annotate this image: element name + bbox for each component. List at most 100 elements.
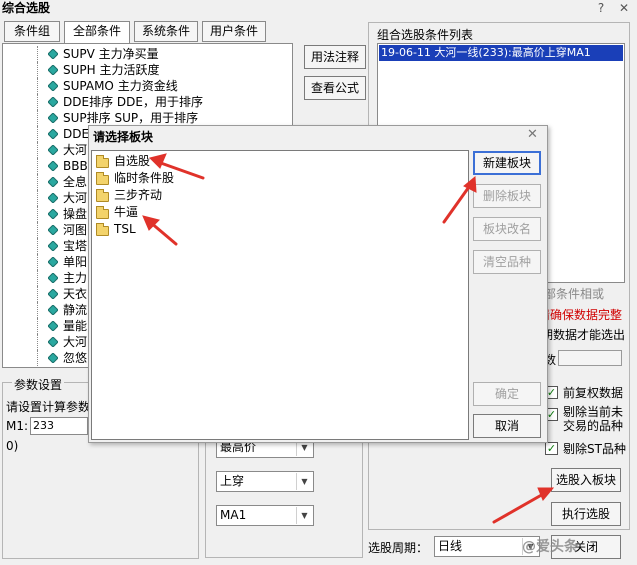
cross-type-select[interactable]: 上穿 ▼	[216, 471, 314, 492]
tree-guide-line	[37, 334, 47, 350]
diamond-icon	[48, 129, 58, 139]
delete-block-button[interactable]: 删除板块	[473, 184, 541, 208]
tree-item[interactable]: SUPV 主力净买量	[3, 46, 288, 62]
block-item[interactable]: 三步齐动	[92, 187, 292, 204]
tree-guide-line	[37, 158, 47, 174]
ma-select[interactable]: MA1 ▼	[216, 505, 314, 526]
dialog-close-icon[interactable]: ✕	[527, 127, 538, 142]
diamond-icon	[48, 193, 58, 203]
diamond-icon	[48, 177, 58, 187]
tab-user-conditions[interactable]: 用户条件	[202, 21, 266, 42]
condition-list-item[interactable]: 19-06-11 大河一线(233):最高价上穿MA1	[379, 45, 623, 61]
tree-guide-line	[37, 142, 47, 158]
help-button[interactable]: ?	[590, 0, 612, 16]
tree-item-label: 大河	[63, 191, 88, 205]
exclude-untraded-label: 剔除当前未 交易的品种	[563, 405, 624, 433]
view-formula-button[interactable]: 查看公式	[304, 76, 366, 100]
block-item[interactable]: 临时条件股	[92, 170, 292, 187]
window-close-button[interactable]: ✕	[613, 0, 635, 16]
tree-guide-line	[37, 254, 47, 270]
usage-notes-button[interactable]: 用法注释	[304, 45, 366, 69]
diamond-icon	[48, 337, 58, 347]
diamond-icon	[48, 241, 58, 251]
params-prompt: 请设置计算参数	[6, 400, 91, 414]
block-item-label: TSL	[114, 222, 136, 236]
forward-adjust-label: 前复权数据	[563, 386, 624, 400]
folder-icon	[96, 223, 109, 236]
tree-item-label: DDE排序 DDE，用于排序	[63, 95, 203, 109]
tree-guide-line	[37, 78, 47, 94]
tab-system-conditions[interactable]: 系统条件	[134, 21, 198, 42]
m1-label: M1:	[6, 419, 29, 433]
m1-input[interactable]: 233	[30, 417, 88, 435]
diamond-icon	[48, 257, 58, 267]
diamond-icon	[48, 305, 58, 315]
folder-icon	[96, 189, 109, 202]
tree-guide-line	[37, 94, 47, 110]
tree-guide-line	[37, 110, 47, 126]
block-item[interactable]: 自选股	[92, 153, 292, 170]
execute-select-button[interactable]: 执行选股	[551, 502, 621, 526]
tree-item-label: SUPAMO 主力资金线	[63, 79, 178, 93]
cancel-button[interactable]: 取消	[473, 414, 541, 438]
cross-type-value: 上穿	[220, 474, 245, 488]
tree-item-label: 大河	[63, 335, 88, 349]
tree-guide-line	[37, 190, 47, 206]
tree-item-label: 操盘	[63, 207, 88, 221]
tree-item-label: 忽悠	[63, 351, 88, 365]
clear-items-button[interactable]: 清空品种	[473, 250, 541, 274]
diamond-icon	[48, 161, 58, 171]
count-field[interactable]	[558, 350, 622, 366]
tree-item[interactable]: SUPAMO 主力资金线	[3, 78, 288, 94]
tab-condition-group[interactable]: 条件组	[4, 21, 60, 42]
tree-item[interactable]: SUP排序 SUP，用于排序	[3, 110, 288, 126]
diamond-icon	[48, 65, 58, 75]
tree-item[interactable]: SUPH 主力活跃度	[3, 62, 288, 78]
block-list[interactable]: 自选股 临时条件股三步齐动 牛逼 TSL	[91, 150, 469, 440]
chevron-down-icon: ▼	[296, 473, 312, 490]
tree-item[interactable]: DDE排序 DDE，用于排序	[3, 94, 288, 110]
window-title: 综合选股	[0, 0, 637, 18]
tree-guide-line	[37, 350, 47, 366]
block-item[interactable]: 牛逼	[92, 204, 292, 221]
params-paren-text: 0)	[6, 439, 19, 453]
tree-guide-line	[37, 206, 47, 222]
diamond-icon	[48, 209, 58, 219]
data-period-note: 期数据才能选出	[541, 328, 626, 342]
tree-guide-line	[37, 46, 47, 62]
diamond-icon	[48, 81, 58, 91]
block-item[interactable]: TSL	[92, 221, 292, 238]
diamond-icon	[48, 113, 58, 123]
folder-icon	[96, 172, 109, 185]
diamond-icon	[48, 97, 58, 107]
new-block-button[interactable]: 新建板块	[473, 151, 541, 175]
exclude-st-checkbox[interactable]: ✓	[545, 442, 558, 455]
m1-value: 233	[33, 419, 54, 432]
folder-icon	[96, 155, 109, 168]
tree-guide-line	[37, 126, 47, 142]
select-block-dialog: 请选择板块 ✕ 自选股 临时条件股 三步齐动 牛逼 TSL 新建板块 删除板块 板块改名…	[88, 125, 548, 443]
diamond-icon	[48, 289, 58, 299]
tree-item-label: 河图	[63, 223, 88, 237]
rename-block-button[interactable]: 板块改名	[473, 217, 541, 241]
tree-item-label: 量能	[63, 319, 88, 333]
combined-list-title: 组合选股条件列表	[377, 28, 474, 42]
tree-guide-line	[37, 270, 47, 286]
tree-item-label: SUPH 主力活跃度	[63, 63, 160, 77]
ok-button[interactable]: 确定	[473, 382, 541, 406]
ma-value: MA1	[220, 508, 247, 522]
block-item-label: 临时条件股	[114, 171, 175, 185]
tree-item-label: 静流	[63, 303, 88, 317]
diamond-icon	[48, 273, 58, 283]
tab-all-conditions[interactable]: 全部条件	[64, 21, 130, 43]
exclude-st-label: 剔除ST品种	[563, 442, 626, 456]
folder-icon	[96, 206, 109, 219]
select-to-block-button[interactable]: 选股入板块	[551, 468, 621, 492]
diamond-icon	[48, 225, 58, 235]
tree-item-label: 单阳	[63, 255, 88, 269]
diamond-icon	[48, 321, 58, 331]
tree-guide-line	[37, 286, 47, 302]
tree-item-label: SUP排序 SUP，用于排序	[63, 111, 199, 125]
tree-item-label: BBB	[63, 159, 88, 173]
diamond-icon	[48, 145, 58, 155]
